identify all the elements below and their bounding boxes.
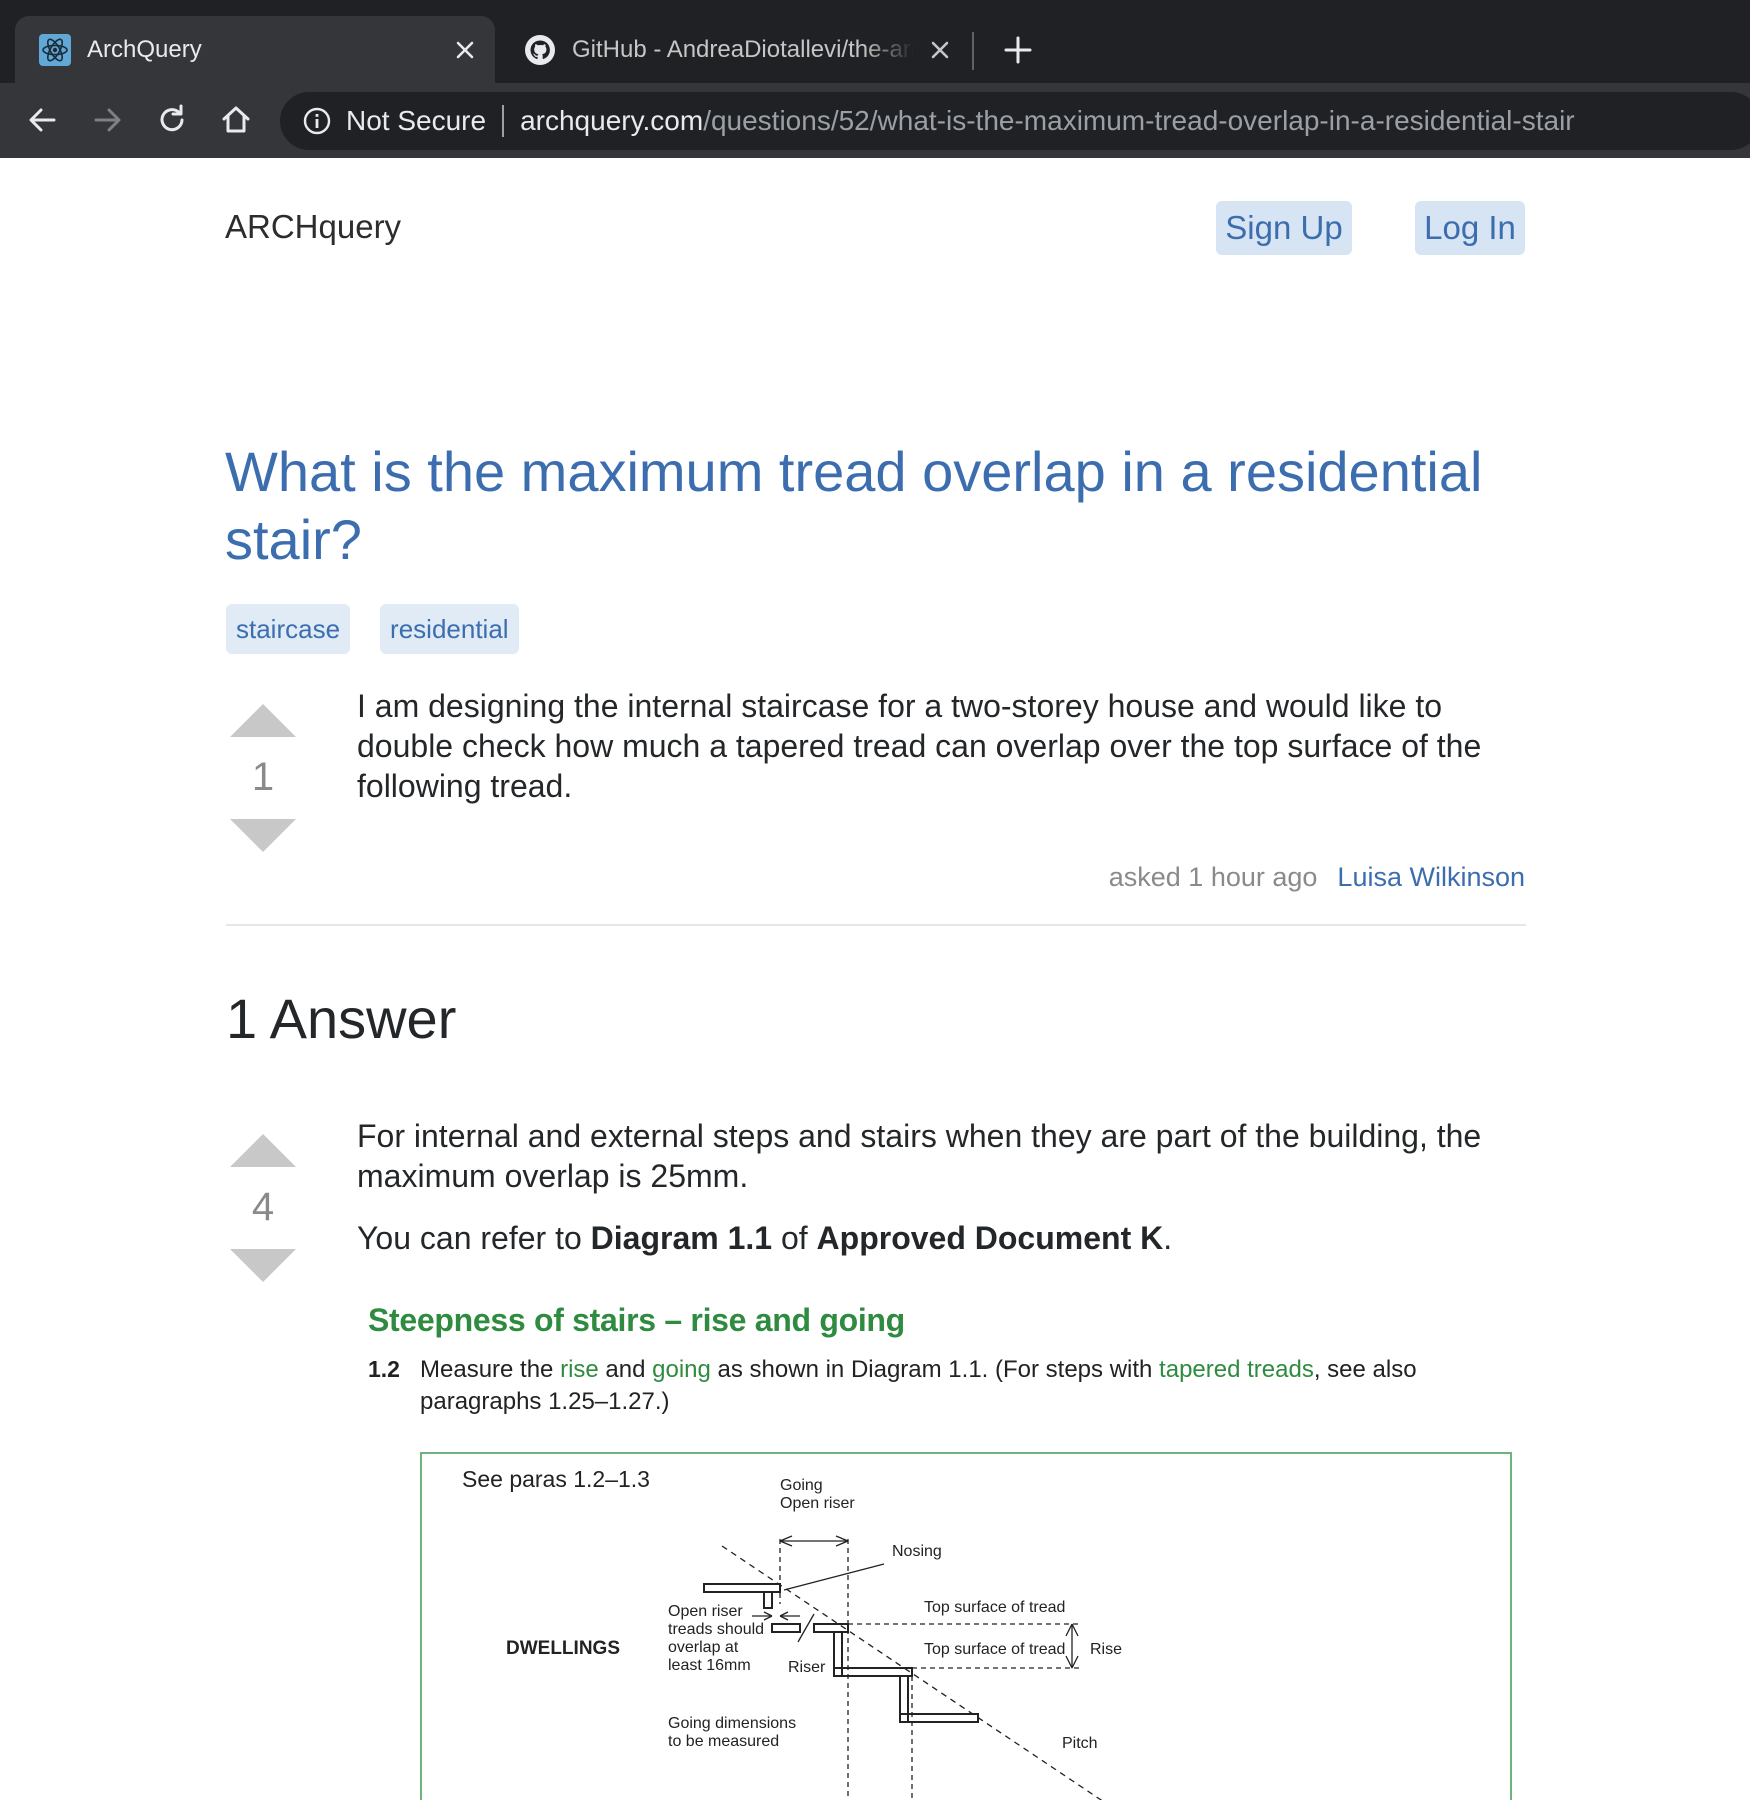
address-bar[interactable]: Not Secure archquery.com/questions/52/wh… [280, 92, 1750, 150]
answer-p2-suffix: . [1163, 1220, 1173, 1256]
page-content: ARCHquery Sign Up Log In What is the max… [225, 158, 1526, 1800]
tag-staircase[interactable]: staircase [226, 604, 351, 654]
diagram-reference: Diagram 1.1 [590, 1220, 773, 1256]
site-logo[interactable]: ARCHquery [225, 208, 401, 246]
sign-up-button[interactable]: Sign Up [1216, 201, 1352, 255]
diagram-going-label-1: Going [780, 1477, 823, 1494]
diagram-going-dims-label-1: Going dimensions [668, 1715, 796, 1732]
diagram-top-surface-label-1: Top surface of tread [924, 1599, 1065, 1616]
browser-chrome: ArchQuery GitHub - AndreaDiotallevi/the-… [0, 0, 1750, 158]
new-tab-icon[interactable] [998, 30, 1038, 70]
log-in-button[interactable]: Log In [1415, 201, 1525, 255]
diagram-top-surface-label-2: Top surface of tread [924, 1641, 1065, 1658]
doc-text: as shown in Diagram 1.1. (For steps with [710, 1356, 1160, 1383]
upvote-arrow-icon[interactable] [230, 1134, 296, 1167]
question-meta: asked 1 hour ago Luisa Wilkinson [1109, 862, 1525, 893]
answer-paragraph-1: For internal and external steps and stai… [357, 1118, 1482, 1194]
close-icon[interactable] [449, 34, 481, 66]
react-icon [39, 33, 71, 66]
diagram-going-dims-label-2: to be measured [668, 1733, 779, 1750]
doc-term-tapered-treads: tapered treads [1159, 1356, 1314, 1383]
browser-toolbar: Not Secure archquery.com/questions/52/wh… [0, 83, 1750, 158]
omnibox-divider [502, 105, 505, 137]
reload-icon[interactable] [151, 99, 193, 141]
tab-separator [972, 32, 974, 70]
question-vote-count: 1 [251, 755, 275, 799]
close-icon[interactable] [924, 34, 956, 66]
question-body: I am designing the internal staircase fo… [357, 686, 1517, 806]
stair-diagram: See paras 1.2–1.3 Going Open riser Nosin… [420, 1452, 1512, 1800]
diagram-dwellings-label: DWELLINGS [506, 1638, 620, 1659]
diagram-rise-label: Rise [1090, 1641, 1122, 1658]
home-icon[interactable] [215, 99, 257, 141]
doc-text: Measure the [420, 1356, 561, 1383]
answer-paragraph-2: You can refer to Diagram 1.1 of Approved… [357, 1218, 1517, 1258]
document-reference: Approved Document K [816, 1220, 1164, 1256]
question-body-text: I am designing the internal staircase fo… [357, 688, 1482, 804]
tab-github[interactable]: GitHub - AndreaDiotallevi/the-architects… [500, 16, 970, 83]
tab-title: ArchQuery [87, 35, 202, 63]
diagram-open-riser-label-3: overlap at [668, 1639, 739, 1656]
doc-heading: Steepness of stairs – rise and going [368, 1302, 905, 1338]
answer-body: For internal and external steps and stai… [357, 1116, 1517, 1258]
diagram-open-riser-label-2: treads should [668, 1621, 764, 1638]
github-icon [525, 34, 555, 65]
url-text[interactable]: archquery.com/questions/52/what-is-the-m… [520, 105, 1575, 137]
back-arrow-icon[interactable] [22, 99, 64, 141]
question-tags: staircase residential [226, 604, 519, 654]
upvote-arrow-icon[interactable] [230, 704, 296, 737]
author-link[interactable]: Luisa Wilkinson [1337, 862, 1525, 893]
downvote-arrow-icon[interactable] [230, 819, 296, 852]
diagram-riser-label: Riser [788, 1659, 826, 1676]
answer-p2-mid: of [772, 1220, 817, 1256]
tag-residential[interactable]: residential [380, 604, 519, 654]
url-host: archquery.com [520, 105, 704, 136]
answer-vote: 4 [230, 1134, 296, 1282]
diagram-open-riser-label-4: least 16mm [668, 1657, 751, 1674]
info-icon[interactable] [302, 106, 332, 136]
question-vote: 1 [230, 704, 296, 852]
diagram-open-riser-label-1: Open riser [668, 1603, 743, 1620]
security-label: Not Secure [346, 105, 487, 136]
answer-vote-count: 4 [251, 1185, 275, 1229]
divider [226, 924, 1526, 926]
url-path: /questions/52/what-is-the-maximum-tread-… [703, 105, 1575, 136]
tab-archquery[interactable]: ArchQuery [15, 16, 495, 83]
diagram-nosing-label: Nosing [892, 1543, 942, 1560]
diagram-pitch-label: Pitch [1062, 1735, 1098, 1752]
doc-paragraph: Measure the rise and going as shown in D… [420, 1354, 1460, 1418]
diagram-going-label-2: Open riser [780, 1495, 855, 1512]
site-header: ARCHquery Sign Up Log In [225, 158, 1525, 298]
doc-text: and [598, 1356, 653, 1383]
doc-term-rise: rise [560, 1356, 599, 1383]
doc-paragraph-number: 1.2 [368, 1356, 400, 1382]
stair-diagram-drawing: Going Open riser Nosing Open riser tread… [506, 1477, 1122, 1800]
downvote-arrow-icon[interactable] [230, 1249, 296, 1282]
answer-p2-prefix: You can refer to [357, 1220, 591, 1256]
answers-heading: 1 Answer [226, 987, 457, 1050]
forward-arrow-icon[interactable] [86, 99, 128, 141]
doc-term-going: going [652, 1356, 711, 1383]
answer-image: Steepness of stairs – rise and going 1.2… [368, 1302, 1518, 1800]
question-title: What is the maximum tread overlap in a r… [225, 440, 1483, 571]
tab-title: GitHub - AndreaDiotallevi/the-architects… [572, 35, 914, 63]
asked-time: asked 1 hour ago [1108, 862, 1318, 892]
